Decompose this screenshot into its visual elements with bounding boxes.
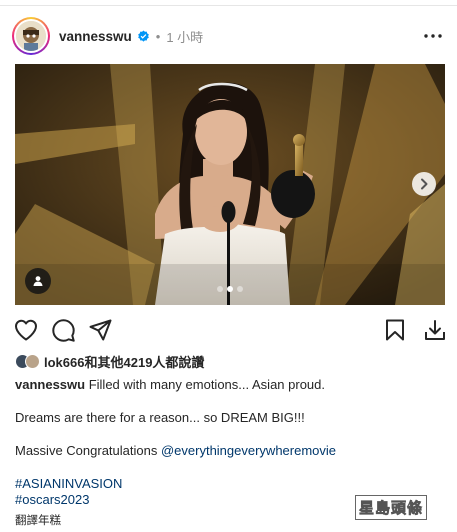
carousel-dot [217, 286, 223, 292]
hashtag-link[interactable]: #oscars2023 [15, 492, 122, 508]
mention-link[interactable]: @everythingeverywheremovie [161, 443, 336, 458]
carousel-indicator [15, 286, 445, 292]
caption-username[interactable]: vannesswu [15, 377, 85, 392]
likes-connector: 和其他 [84, 354, 124, 370]
post-username[interactable]: vannesswu [59, 29, 132, 44]
liker-username[interactable]: lok666 [44, 355, 84, 370]
likes-suffix: 人都說讚 [152, 354, 205, 370]
post-timestamp[interactable]: 1 小時 [166, 27, 203, 46]
carousel-dot [237, 286, 243, 292]
post-photo [15, 64, 445, 305]
hashtag-list: #ASIANINVASION #oscars2023 [15, 476, 122, 508]
watermark-text: 星島頭條 [355, 494, 428, 520]
comment-bubble-icon [51, 318, 75, 342]
post-actions [12, 314, 449, 346]
translate-link[interactable]: 翻譯年糕 [15, 512, 61, 528]
likes-count[interactable]: 4219 [124, 355, 153, 370]
caption-line: Massive Congratulations @everythingevery… [15, 443, 447, 459]
post-caption: vannesswu Filled with many emotions... A… [15, 377, 447, 476]
post-header: vannesswu • 1 小時 [12, 16, 445, 56]
caption-text: Dreams are there for a reason... so DREA… [15, 410, 305, 425]
download-button[interactable] [421, 316, 449, 344]
caption-line: vannesswu Filled with many emotions... A… [15, 377, 447, 393]
post-media[interactable] [15, 64, 445, 305]
like-button[interactable] [12, 316, 40, 344]
chevron-right-icon [421, 178, 428, 190]
top-border [0, 0, 457, 6]
likes-text: lok666和其他4219人都說讚 [44, 352, 204, 371]
liker-avatar [25, 353, 40, 369]
save-button[interactable] [381, 316, 409, 344]
caption-text: Filled with many emotions... Asian proud… [88, 377, 325, 392]
avatar-story-ring[interactable] [12, 17, 50, 55]
avatar-frame [14, 19, 48, 53]
share-button[interactable] [86, 316, 114, 344]
comment-button[interactable] [49, 316, 77, 344]
paper-plane-icon [89, 319, 111, 341]
likes-summary: lok666和其他4219人都說讚 [15, 352, 204, 370]
watermark: 星島頭條 [352, 494, 430, 520]
avatar [16, 21, 46, 51]
carousel-dot-active [227, 286, 233, 292]
verified-badge-icon [137, 30, 149, 42]
separator-dot: • [155, 28, 161, 44]
caption-line: Dreams are there for a reason... so DREA… [15, 410, 447, 426]
carousel-next-button[interactable] [412, 172, 436, 196]
more-options-icon[interactable] [421, 24, 445, 48]
bookmark-icon [386, 319, 404, 341]
download-icon [425, 320, 445, 340]
caption-text: Massive Congratulations [15, 443, 161, 458]
hashtag-link[interactable]: #ASIANINVASION [15, 476, 122, 492]
heart-outline-icon [15, 319, 37, 341]
